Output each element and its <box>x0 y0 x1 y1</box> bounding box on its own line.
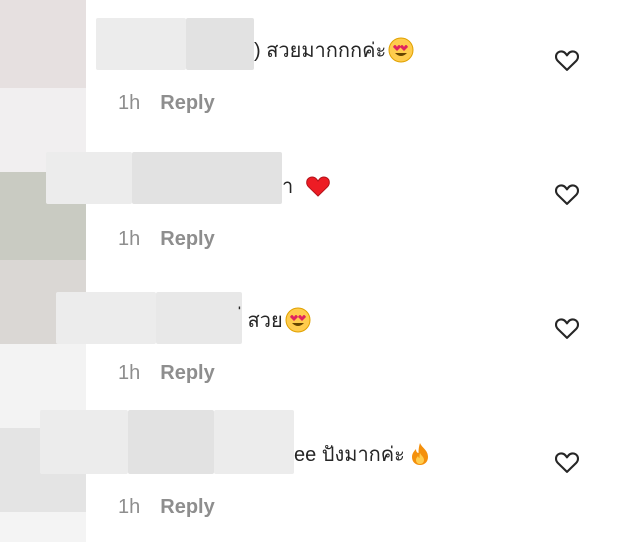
comment-meta: 1h Reply <box>118 362 215 385</box>
reply-button[interactable]: Reply <box>160 496 214 519</box>
username-blur <box>132 152 282 204</box>
username-blur <box>186 18 254 70</box>
comment-text: ่ สวย <box>242 304 311 336</box>
comment-item: ee ปังมากค่ะ 1h Reply <box>0 408 620 542</box>
comment-item: ) สวยมากกกค่ะ 1h Reply <box>0 0 620 134</box>
comment-time: 1h <box>118 362 141 384</box>
username-blur <box>40 410 128 474</box>
heart-icon[interactable] <box>553 448 581 476</box>
heart-eyes-emoji-icon <box>285 307 311 333</box>
comment-time: 1h <box>118 496 141 518</box>
username-blur <box>156 292 242 344</box>
comment-item: า 1h Reply <box>0 138 620 272</box>
heart-icon[interactable] <box>553 46 581 74</box>
comment-text: า <box>282 170 331 202</box>
comment-body: ่ สวย <box>242 310 283 332</box>
comment-body: า <box>282 176 294 198</box>
comment-meta: 1h Reply <box>118 228 215 251</box>
comment-text: ) สวยมากกกค่ะ <box>254 34 414 66</box>
comment-item: ่ สวย 1h Reply <box>0 274 620 408</box>
comment-meta: 1h Reply <box>118 496 215 519</box>
comment-body: ee ปังมากค่ะ <box>294 444 405 466</box>
comment-text: ee ปังมากค่ะ <box>294 438 433 470</box>
heart-icon[interactable] <box>553 314 581 342</box>
username-blur <box>56 292 156 344</box>
comment-meta: 1h Reply <box>118 92 215 115</box>
username-blur <box>128 410 214 474</box>
reply-button[interactable]: Reply <box>160 362 214 385</box>
reply-button[interactable]: Reply <box>160 92 214 115</box>
username-blur <box>96 18 186 70</box>
fire-emoji-icon <box>411 443 428 465</box>
comment-time: 1h <box>118 228 141 250</box>
username-blur <box>214 410 294 474</box>
reply-button[interactable]: Reply <box>160 228 214 251</box>
red-heart-emoji-icon <box>306 176 331 197</box>
heart-icon[interactable] <box>553 180 581 208</box>
heart-eyes-emoji-icon <box>388 37 414 63</box>
comment-time: 1h <box>118 92 141 114</box>
username-blur <box>46 152 132 204</box>
comment-body: ) สวยมากกกค่ะ <box>254 40 387 62</box>
